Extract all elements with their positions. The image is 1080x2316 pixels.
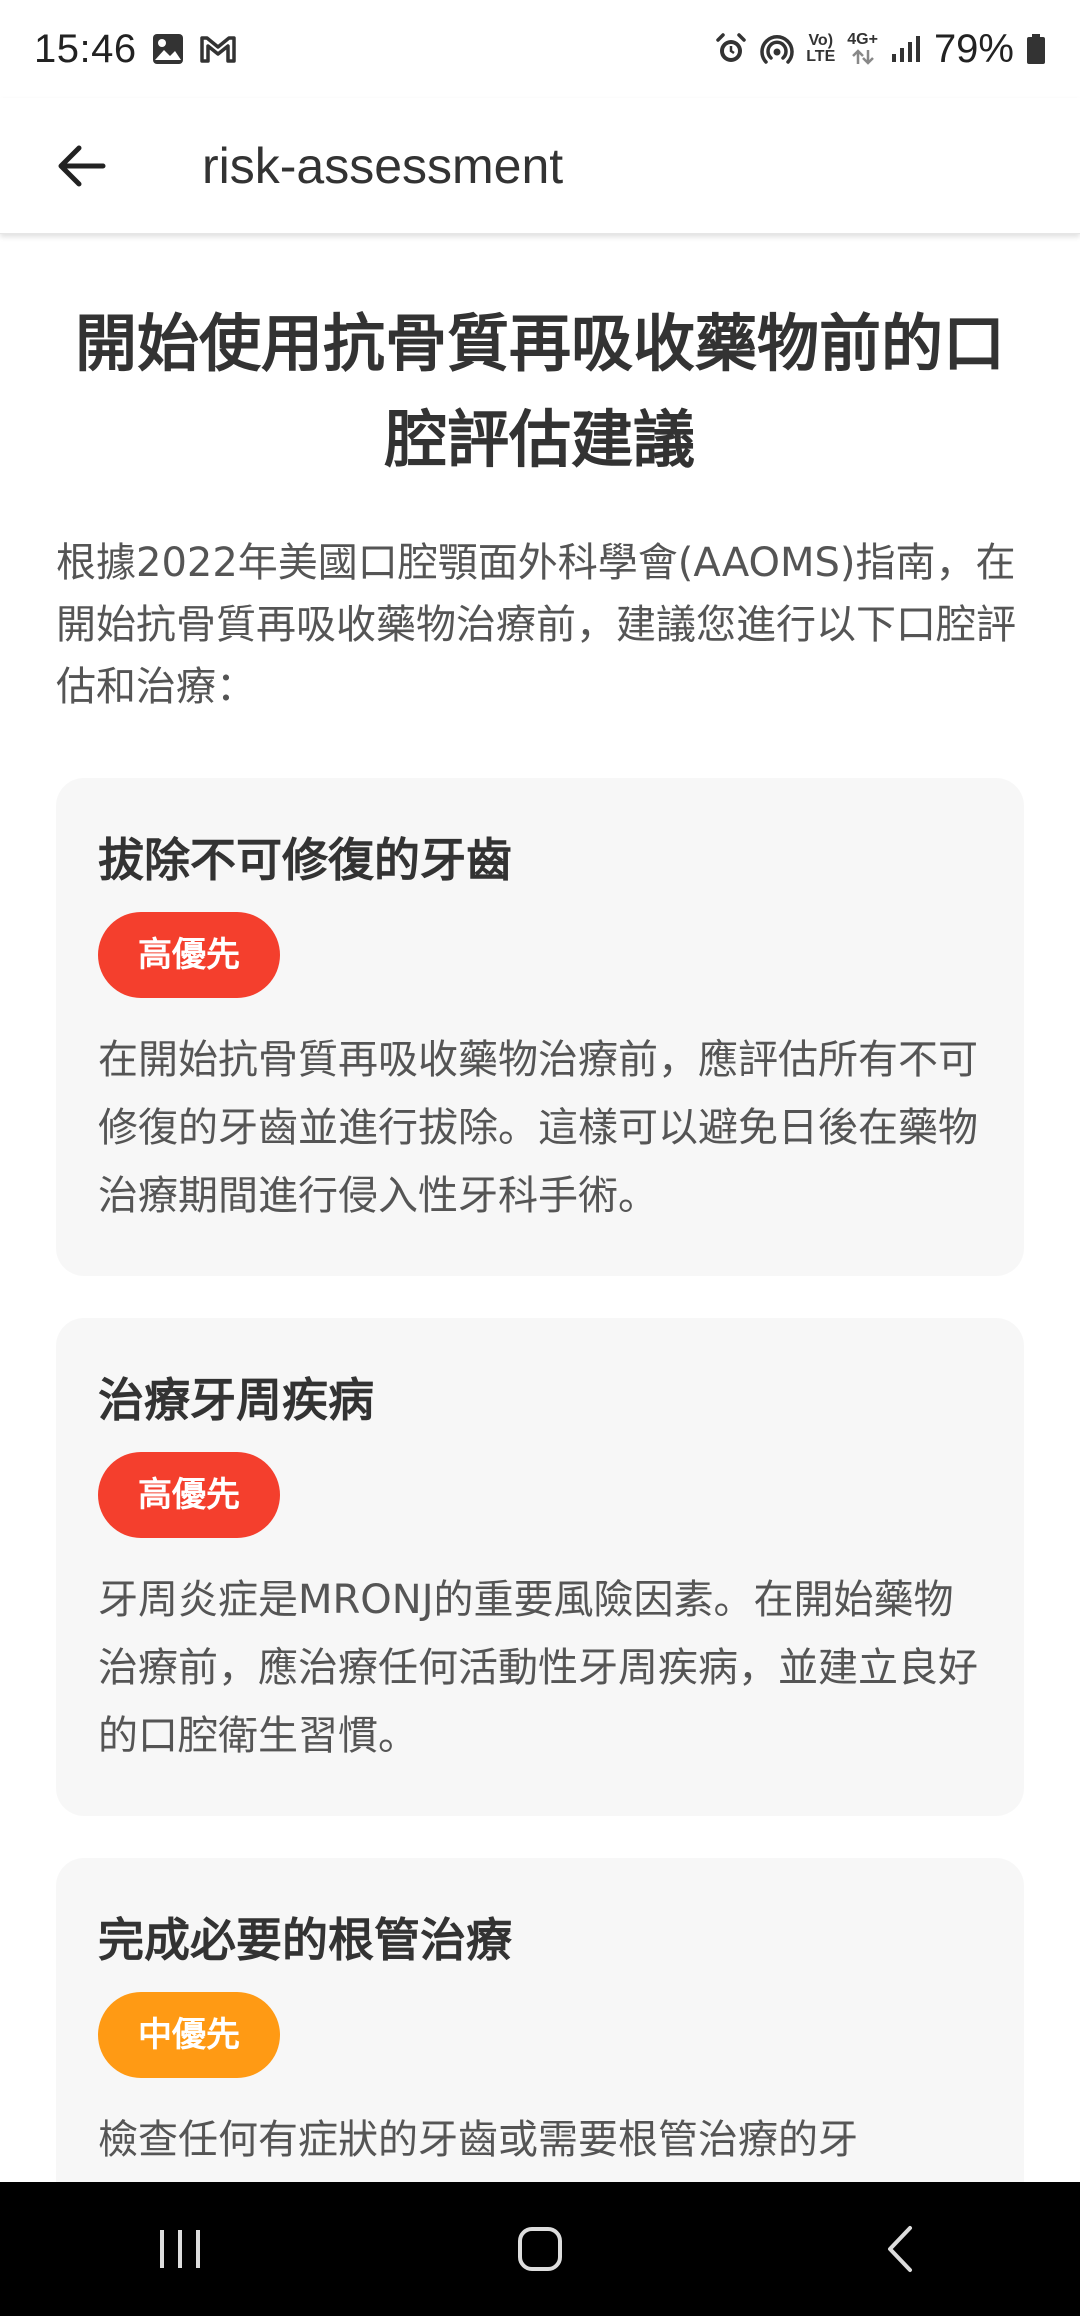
status-bar: 15:46 Vo) LTE 4G+ 79% xyxy=(0,0,1080,98)
card-description: 在開始抗骨質再吸收藥物治療前，應評估所有不可修復的牙齒並進行拔除。這樣可以避免日… xyxy=(98,1037,978,1219)
hotspot-icon xyxy=(760,32,794,66)
card-description: 檢查任何有症狀的牙齒或需要根管治療的牙 xyxy=(98,2117,858,2163)
signal-icon xyxy=(890,34,922,64)
status-right: Vo) LTE 4G+ 79% xyxy=(714,27,1046,72)
app-bar-title: risk-assessment xyxy=(202,137,564,194)
card-title: 拔除不可修復的牙齒 xyxy=(98,833,512,887)
battery-icon xyxy=(1026,33,1046,65)
app-bar: risk-assessment xyxy=(0,98,1080,234)
battery-percent: 79% xyxy=(933,26,1014,71)
status-time: 15:46 xyxy=(34,26,137,71)
priority-badge: 中優先 xyxy=(98,1992,280,2078)
arrow-left-icon xyxy=(58,145,106,186)
recommendation-card: 拔除不可修復的牙齒 高優先 在開始抗骨質再吸收藥物治療前，應評估所有不可修復的牙… xyxy=(56,778,1024,1276)
back-icon xyxy=(888,2226,912,2272)
priority-badge: 高優先 xyxy=(98,912,280,998)
intro-text: 根據2022年美國口腔顎面外科學會(AAOMS)指南，在開始抗骨質再吸收藥物治療… xyxy=(56,540,1016,710)
image-icon xyxy=(151,32,185,66)
page-title: 開始使用抗骨質再吸收藥物前的口腔評估建議 xyxy=(74,307,1005,476)
status-left: 15:46 xyxy=(34,27,237,72)
recommendation-card: 完成必要的根管治療 中優先 檢查任何有症狀的牙齒或需要根管治療的牙 xyxy=(56,1858,1024,2182)
recent-apps-icon xyxy=(160,2230,200,2268)
content-scroll[interactable]: 開始使用抗骨質再吸收藥物前的口腔評估建議 根據2022年美國口腔顎面外科學會(A… xyxy=(0,236,1080,2182)
card-description: 牙周炎症是MRONJ的重要風險因素。在開始藥物治療前，應治療任何活動性牙周疾病，… xyxy=(98,1577,978,1759)
recommendation-card: 治療牙周疾病 高優先 牙周炎症是MRONJ的重要風險因素。在開始藥物治療前，應治… xyxy=(56,1318,1024,1816)
nav-back-button[interactable] xyxy=(820,2199,980,2299)
volte-icon: Vo) LTE xyxy=(806,33,835,65)
navigation-bar xyxy=(0,2182,1080,2316)
data-arrows-icon: 4G+ xyxy=(847,32,878,66)
volte-label-top: Vo) xyxy=(808,32,834,49)
alarm-icon xyxy=(714,32,748,66)
card-title: 治療牙周疾病 xyxy=(98,1373,374,1427)
signal-type-label: 4G+ xyxy=(847,31,878,48)
volte-label-bottom: LTE xyxy=(806,48,836,65)
card-title: 完成必要的根管治療 xyxy=(98,1913,512,1967)
back-button[interactable] xyxy=(36,121,126,211)
priority-badge: 高優先 xyxy=(98,1452,280,1538)
home-icon xyxy=(518,2227,562,2271)
home-button[interactable] xyxy=(460,2199,620,2299)
gmail-icon xyxy=(199,34,237,64)
recent-apps-button[interactable] xyxy=(100,2199,260,2299)
